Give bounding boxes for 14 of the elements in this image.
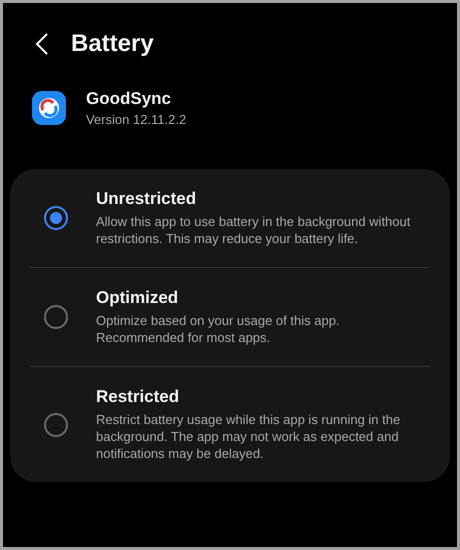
option-description: Allow this app to use battery in the background without restrictions. This may reduce your battery life. — [96, 213, 412, 247]
option-description: Restrict battery usage while this app is running in the background. The app may not work as expected and notifications may be delayed. — [96, 411, 402, 462]
option-title: Unrestricted — [96, 189, 198, 209]
page-title: Battery — [71, 30, 154, 58]
option-title: Optimized — [96, 288, 180, 308]
option-description: Optimize based on your usage of this app. Recommended for most apps. — [96, 312, 341, 346]
radio-button[interactable] — [44, 206, 68, 230]
app-name: GoodSync — [86, 89, 172, 109]
app-icon — [32, 91, 66, 125]
back-chevron-icon — [35, 32, 49, 56]
app-version: Version 12.11.2.2 — [86, 112, 186, 127]
radio-button[interactable] — [44, 412, 68, 436]
option-title: Restricted — [96, 387, 180, 407]
radio-button[interactable] — [44, 305, 68, 329]
